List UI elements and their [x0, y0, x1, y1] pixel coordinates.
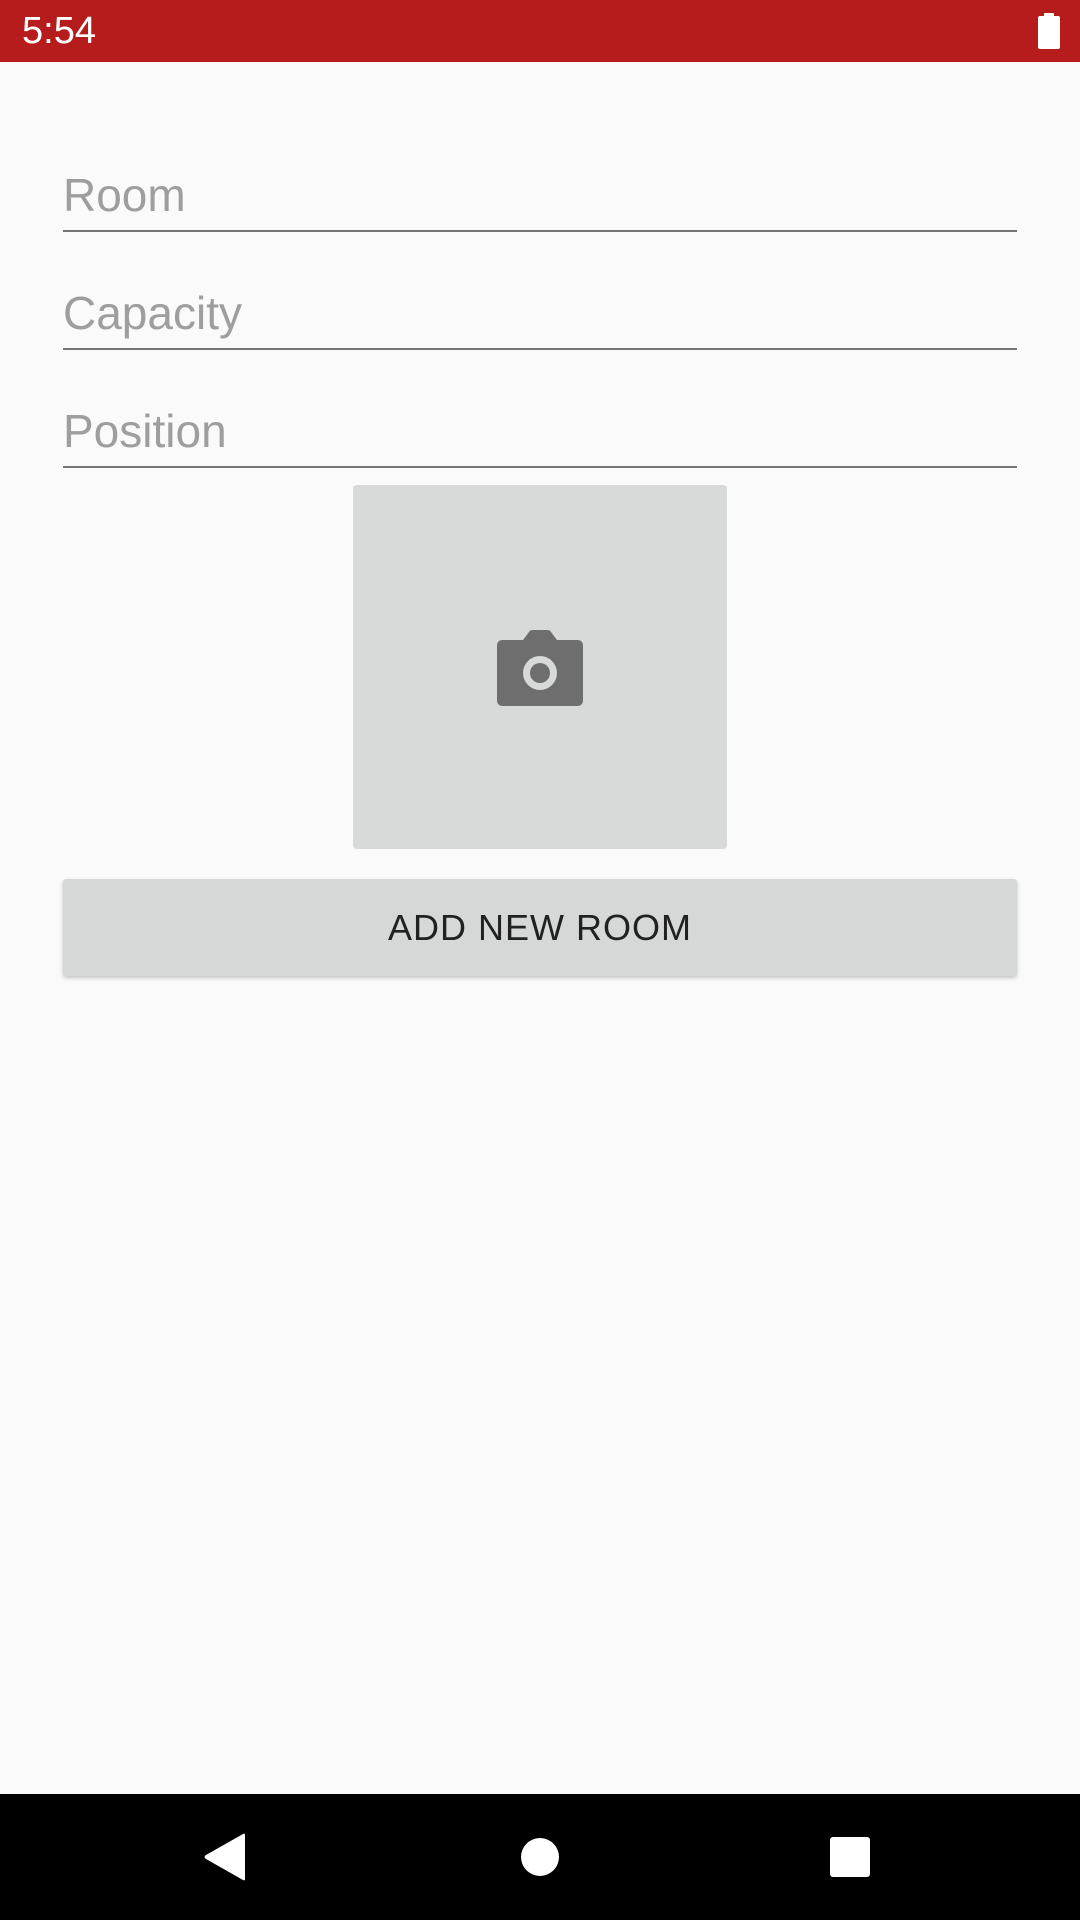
room-photo-picker[interactable]: [353, 485, 727, 849]
home-button[interactable]: [505, 1822, 575, 1892]
position-field[interactable]: [63, 382, 1017, 468]
status-bar: 5:54: [0, 0, 1080, 62]
capacity-input[interactable]: [63, 286, 1017, 340]
position-input[interactable]: [63, 404, 1017, 458]
status-time: 5:54: [22, 10, 96, 52]
room-field[interactable]: [63, 146, 1017, 232]
recents-square-icon: [830, 1837, 870, 1877]
recents-button[interactable]: [815, 1822, 885, 1892]
add-new-room-button[interactable]: ADD NEW ROOM: [63, 879, 1017, 976]
battery-icon: [1038, 13, 1060, 49]
add-room-form: ADD NEW ROOM: [0, 62, 1080, 1794]
camera-icon: [497, 630, 583, 706]
home-circle-icon: [521, 1838, 559, 1876]
back-button[interactable]: [190, 1822, 260, 1892]
room-input[interactable]: [63, 168, 1017, 222]
capacity-field[interactable]: [63, 264, 1017, 350]
navigation-bar: [0, 1794, 1080, 1920]
back-triangle-icon: [204, 1833, 245, 1881]
